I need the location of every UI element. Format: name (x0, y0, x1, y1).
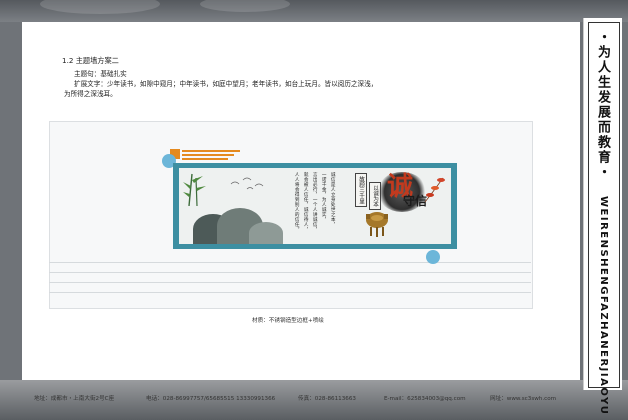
theme-panel-content: 诚信是人立身处世之本， 一诺千金，为人诚实， 言出必行，一个人讲诚信， 就会被人… (179, 168, 451, 244)
sidebar-pinyin: WEIRENSHENGFAZHANERJIAOYU (598, 196, 609, 416)
footer-address: 地址：成都市・上南大街2号C座 (34, 396, 115, 402)
footer-email: E-mail：625834003@qq.com (384, 396, 466, 402)
material-caption: 材质：不锈钢造型边框+喷绘 (252, 318, 324, 324)
panel-boxed-text: 故顾三千里 (355, 173, 367, 207)
panel-text-column: 人人将会得到别人的信任。 (294, 172, 300, 232)
section-heading: 1.2 主题墙方案二 (62, 56, 119, 65)
slogan-sidebar: ・为人生发展而教育・ WEIRENSHENGFAZHANERJIAOYU (583, 18, 622, 415)
brick-line (49, 262, 531, 263)
expanded-text-line-1: 扩展文字：少年读书，如隙中窥月；中年读书，如庭中望月；老年读书，如台上玩月。皆以… (74, 80, 378, 88)
expanded-text-line-2: 为所得之深浅耳。 (64, 90, 117, 98)
footer-website: 网址：www.sc3swh.com (490, 396, 557, 402)
bronze-vessel-icon (363, 208, 391, 238)
panel-text-column: 言出必行，一个人讲诚信， (312, 172, 318, 232)
cranes-icon (229, 174, 269, 194)
theme-panel-frame: 诚信是人立身处世之本， 一诺千金，为人诚实， 言出必行，一个人讲诚信， 就会被人… (173, 163, 457, 249)
brick-line (49, 272, 531, 273)
ink-mountain (249, 222, 283, 244)
theme-sentence: 主题句：基础扎实 (74, 70, 127, 78)
panel-text-column: 一诺千金，为人诚实， (321, 172, 327, 222)
bamboo-icon (183, 172, 207, 207)
brick-line (49, 292, 531, 293)
brick-line (49, 282, 531, 283)
panel-text-column: 就会被人信任，诚信待人， (303, 172, 309, 232)
blue-deco-circle (426, 250, 440, 264)
panel-text-column: 诚信是人立身处世之本， (330, 172, 336, 227)
footer-fax: 传真：028-86113663 (298, 396, 356, 402)
sidebar-slogan: ・为人生发展而教育・ (595, 30, 610, 180)
red-leaves-icon (423, 174, 447, 204)
footer-phone: 电话：028-86997757/65685515 13330991366 (146, 396, 276, 402)
